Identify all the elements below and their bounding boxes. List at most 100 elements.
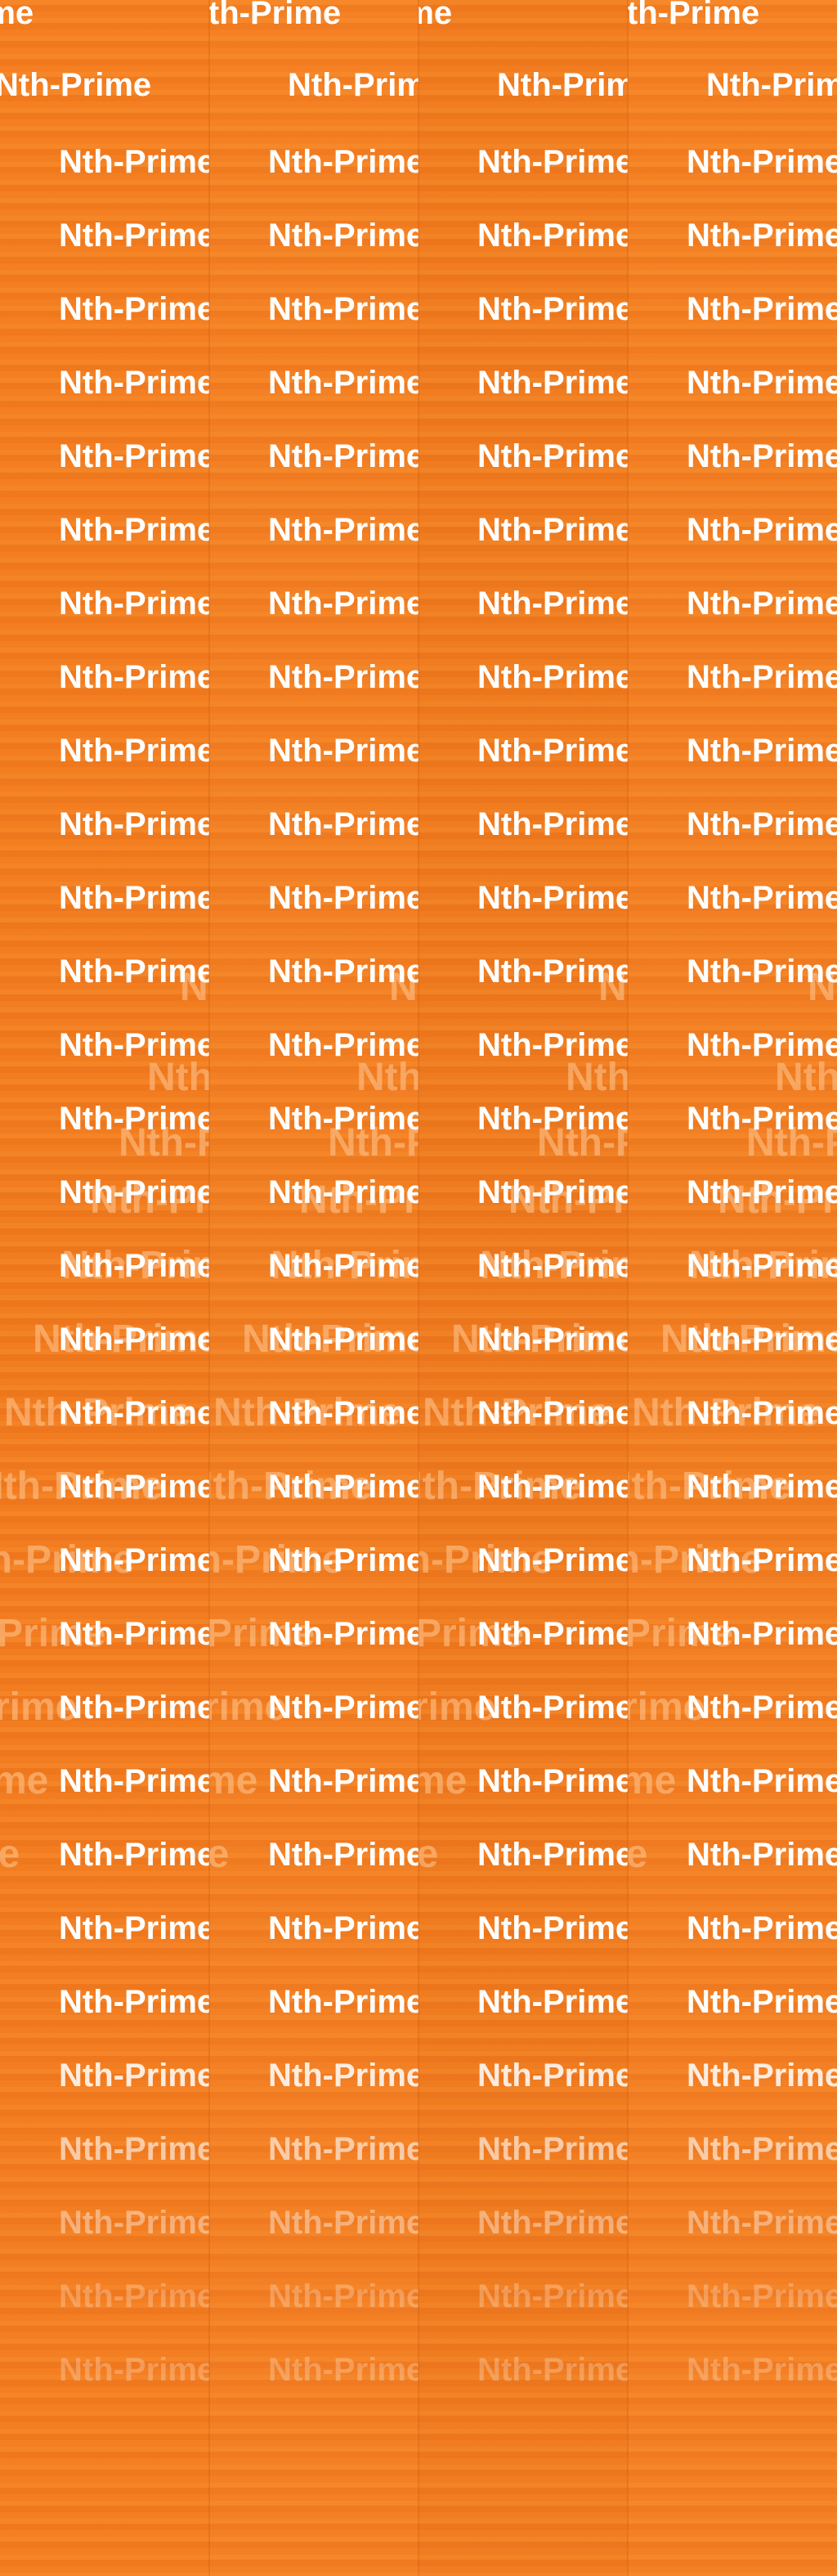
wallpaper-label: Nth-Prime [59,1101,209,1137]
ghost-label: Nth-Prime [628,1759,677,1802]
ghost-label: Nth-Prime [628,1833,648,1876]
wallpaper-label: Nth-Prime [59,880,209,916]
wallpaper-label: Nth-Prime [687,438,837,474]
wallpaper-label: Nth-Prime [0,67,152,103]
wallpaper-label: Nth-Prime [59,1395,209,1431]
wallpaper-label: Nth-Prime [477,1542,628,1578]
wallpaper-label: Nth-Prime [687,2058,837,2094]
wallpaper-label: Nth-Prime [477,291,628,327]
wallpaper-label: Nth-Prime [59,954,209,990]
wallpaper-label: Nth-Prime [268,586,418,622]
wallpaper-label: Nth-Prime [477,1395,628,1431]
wallpaper-label: Nth-Prime [268,806,418,842]
wallpaper-label: Nth-Prime [268,1616,418,1652]
wallpaper-label: Nth-Prime [59,659,209,695]
wallpaper-label: Nth-Prime [477,1027,628,1063]
wallpaper-label: Nth-Prime [687,1984,837,2020]
wallpaper-label: Nth-Prime [687,291,837,327]
wallpaper-label: Nth-Prime [268,733,418,769]
wallpaper-label: Nth-Prime [687,1469,837,1505]
wallpaper-label: Nth-Prime [477,733,628,769]
wallpaper-label: Nth-Prime [59,144,209,180]
wallpaper-label: Nth-Prime [687,733,837,769]
wallpaper-label: Nth-Prime [59,1837,209,1873]
wallpaper-label: Nth-Prime [59,1174,209,1210]
wallpaper-label: Nth-Prime [477,144,628,180]
wallpaper-label: Nth-Prime [268,2131,418,2167]
wallpaper-label: Nth-Prime [477,1101,628,1137]
wallpaper-label: Nth-Prime [477,1690,628,1726]
wallpaper-label: Nth-Prime [268,2058,418,2094]
wallpaper-label: Nth-Prime [477,1763,628,1799]
wallpaper-label: Nth-Prime [687,1763,837,1799]
wallpaper-label: Nth-Prime [209,0,342,31]
wallpaper-label: Nth-Prime [59,1984,209,2020]
wallpaper-label: Nth-Prime [687,806,837,842]
wallpaper-label: Nth-Prime [268,954,418,990]
wallpaper-label: Nth-Prime [268,2205,418,2241]
wallpaper-label: Nth-Prime [59,1322,209,1358]
wallpaper-label: Nth-Prime [687,1248,837,1284]
wallpaper-label: Nth-Prime [59,2205,209,2241]
ghost-label: Nth-Prime [209,1759,258,1802]
wallpaper-label: Nth-Prime [268,1910,418,1946]
wallpaper-label: Nth-Prime [687,954,837,990]
wallpaper-label: Nth-Prime [59,2058,209,2094]
wallpaper-label: Nth-Prime [59,733,209,769]
wallpaper-label: Nth-Prime [687,1101,837,1137]
wallpaper-label: Nth-Prime [687,2278,837,2314]
wallpaper-label: Nth-Prime [268,2278,418,2314]
wallpaper-label: Nth-Prime [59,291,209,327]
wallpaper-label: Nth-Prime [477,954,628,990]
wallpaper-label: Nth-Prime [477,512,628,548]
wallpaper-label: Nth-Prime [687,1542,837,1578]
wallpaper-label: Nth-Prime [477,659,628,695]
wallpaper-label: Nth-Prime [268,1469,418,1505]
ghost-label: Nth-Prime [0,1833,20,1876]
wallpaper-label: Nth-Prime [477,2205,628,2241]
wallpaper-label: Nth-Prime [418,0,453,31]
wallpaper-label: Nth-Prime [0,0,34,31]
wallpaper-label: Nth-Prime [477,586,628,622]
wallpaper-label: Nth-Prime [687,1395,837,1431]
wallpaper-label: Nth-Prime [687,1322,837,1358]
wallpaper-label: Nth-Prime [687,659,837,695]
wallpaper-label: Nth-Prime [477,1616,628,1652]
wallpaper-label: Nth-Prime [687,1837,837,1873]
wallpaper-label: Nth-Prime [268,1395,418,1431]
wallpaper-label: Nth-Prime [268,512,418,548]
wallpaper-label: Nth-Prime [477,1322,628,1358]
wallpaper-label: Nth-Prime [59,2352,209,2388]
wallpaper-label: Nth-Prime [477,2058,628,2094]
wallpaper-label: Nth-Prime [268,438,418,474]
wallpaper-label: Nth-Prime [59,438,209,474]
wallpaper-label: Nth-Prime [477,1248,628,1284]
wallpaper-label: Nth-Prime [59,2131,209,2167]
wallpaper-label: Nth-Prime [687,586,837,622]
column-3: Nth-Prime Nth-Prime Nth-Prime Nth-Prime Nth-… [418,0,628,2576]
ghost-label: Nth-Prime [209,1833,230,1876]
wallpaper-label: Nth-Prime [59,365,209,401]
wallpaper-label: Nth-Prime [687,218,837,254]
wallpaper-label: Nth-Prime [268,1690,418,1726]
wallpaper-label: Nth-Prime [268,1837,418,1873]
wallpaper-label: Nth-Prime [268,1322,418,1358]
wallpaper-label: Nth-Prime [268,1101,418,1137]
wallpaper-label: Nth-Prime [59,2278,209,2314]
column-1: Nth-Prime Nth-Prime Nth-Prime Nth-Prime Nth-… [0,0,209,2576]
wallpaper-label: Nth-Prime [687,880,837,916]
wallpaper-label: Nth-Prime [268,1248,418,1284]
wallpaper-label: Nth-Prime [288,67,418,103]
wallpaper-label: Nth-Prime [477,438,628,474]
wallpaper-label: Nth-Prime [687,2131,837,2167]
wallpaper-label: Nth-Prime [477,1837,628,1873]
wallpaper-label: Nth-Prime [59,586,209,622]
wallpaper-label: Nth-Prime [477,880,628,916]
wallpaper-label: Nth-Prime [687,2352,837,2388]
wallpaper-label: Nth-Prime [268,2352,418,2388]
wallpaper-label: Nth-Prime [687,1690,837,1726]
wallpaper-label: Nth-Prime [268,659,418,695]
wallpaper-label: Nth-Prime [59,1910,209,1946]
wallpaper-label: Nth-Prime [268,144,418,180]
wallpaper-label: Nth-Prime [268,1763,418,1799]
